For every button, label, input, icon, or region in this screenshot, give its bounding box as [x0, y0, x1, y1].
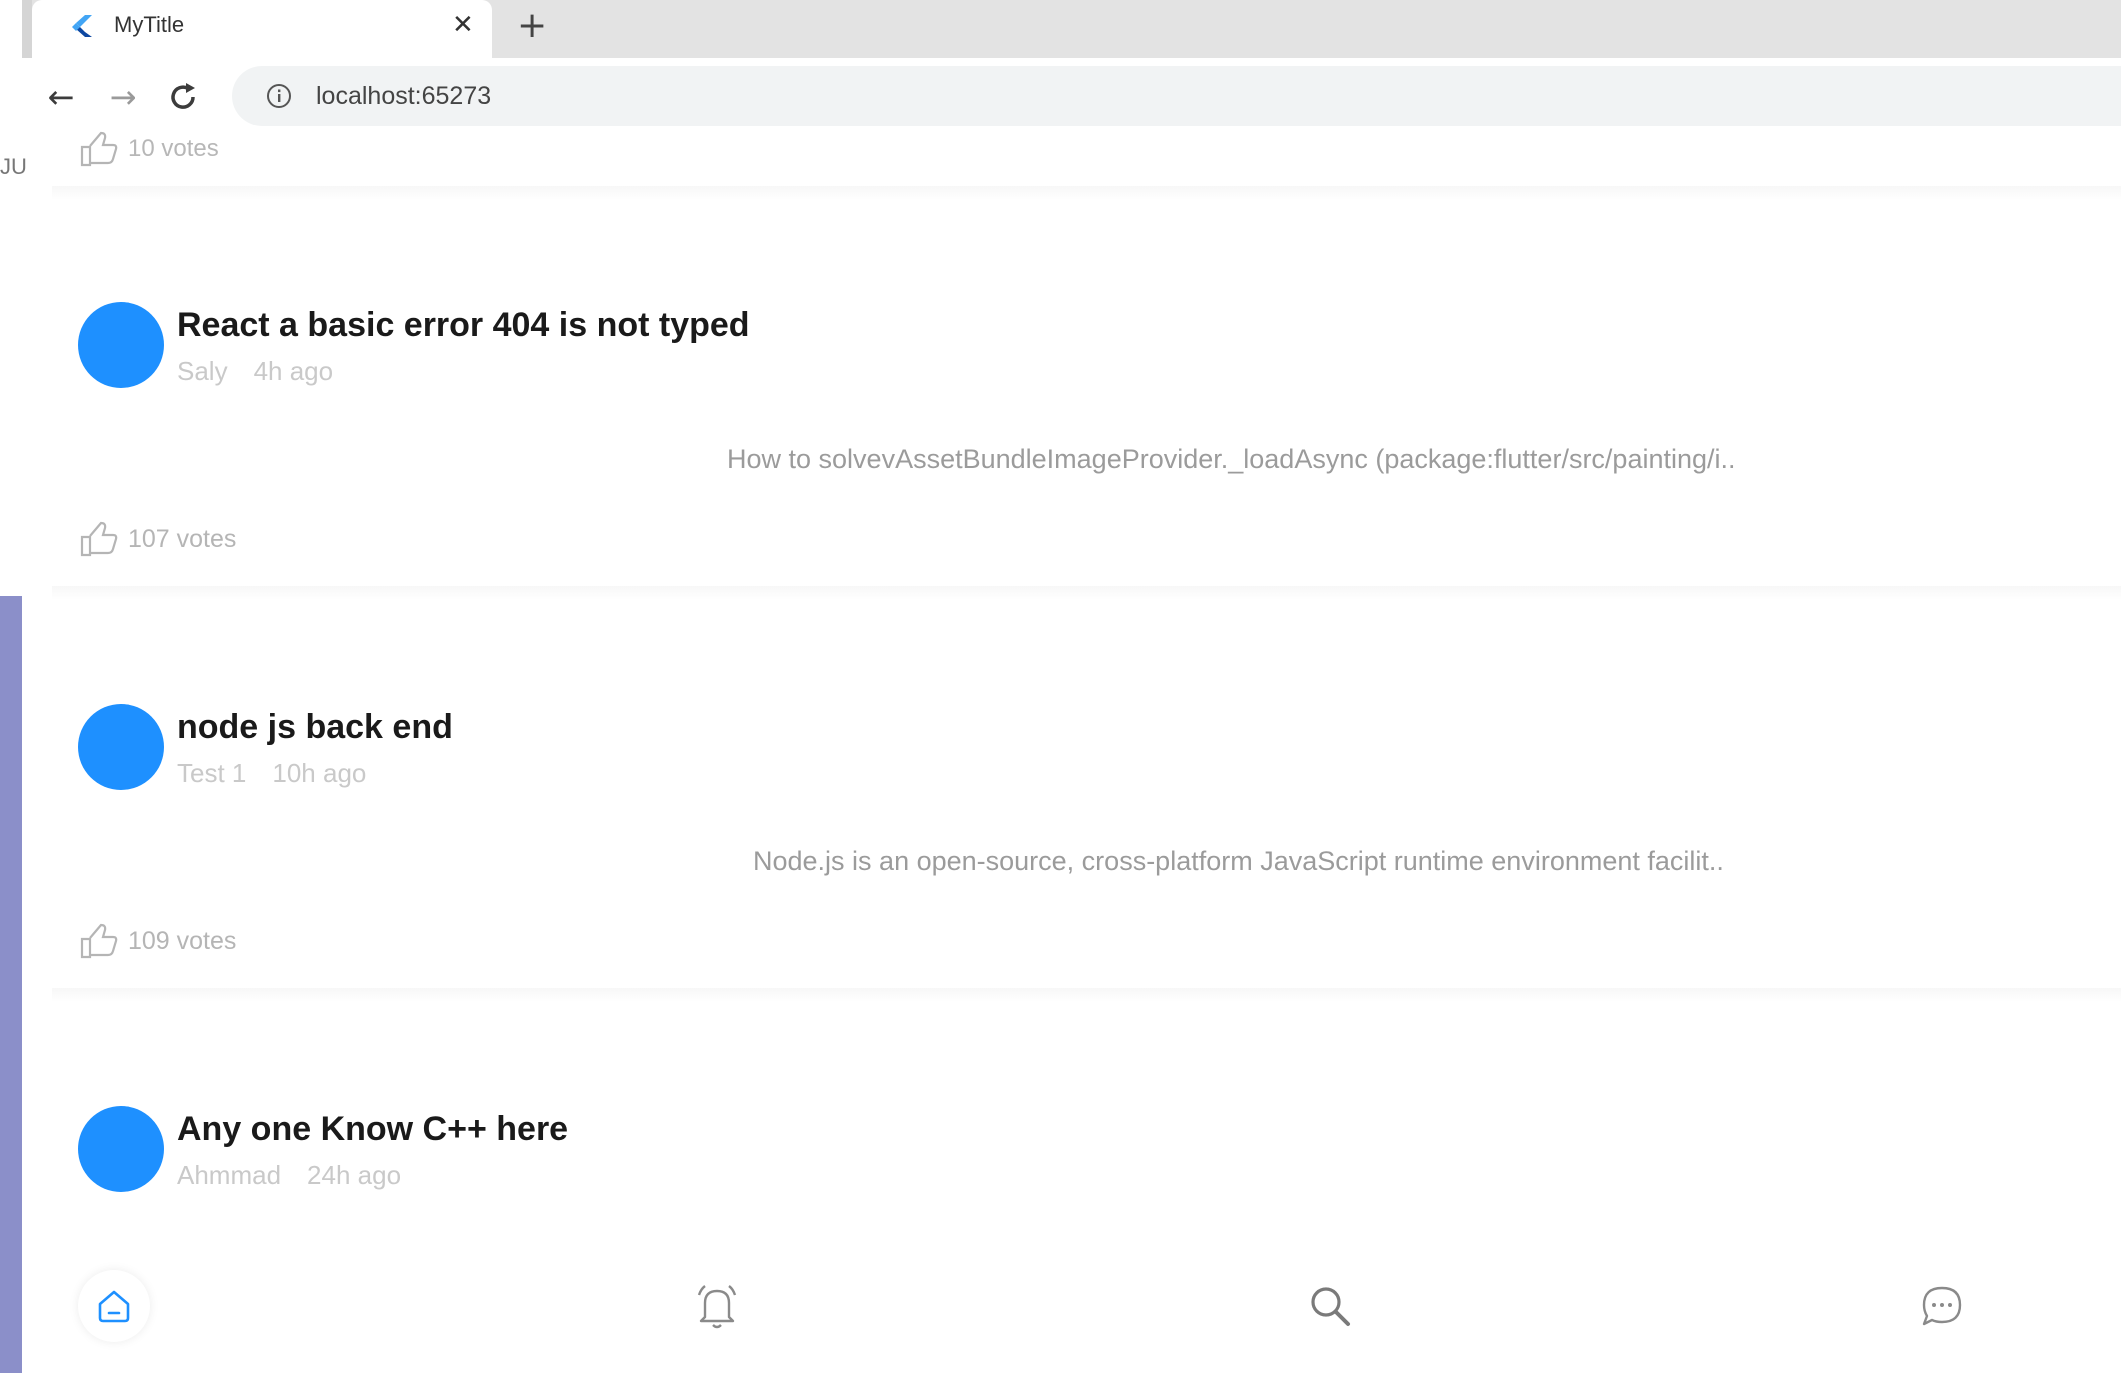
votes-count: 10 votes [128, 135, 219, 162]
post-votes[interactable]: 109 votes [78, 923, 236, 959]
post-divider [52, 186, 2121, 200]
post-body: Node.js is an open-source, cross-platfor… [753, 846, 1724, 876]
nav-chat-button[interactable] [1912, 1276, 1972, 1336]
avatar[interactable] [78, 1106, 164, 1192]
post-meta: Saly 4h ago [177, 356, 359, 387]
url-text: localhost:65273 [316, 82, 492, 110]
browser-toolbar: ← → localhost:65273 [22, 58, 2121, 136]
post-time: 10h ago [272, 758, 367, 788]
avatar[interactable] [78, 704, 164, 790]
post-title[interactable]: React a basic error 404 is not typed [177, 306, 750, 345]
side-window-fragment: JU [0, 136, 27, 596]
post-author: Test 1 [177, 758, 247, 788]
post-card[interactable]: React a basic error 404 is not typed Sal… [22, 222, 2121, 622]
votes-count: 109 votes [128, 926, 237, 955]
post-meta: Ahmmad 24h ago [177, 1160, 427, 1191]
search-icon [1311, 1287, 1350, 1326]
votes-count: 107 votes [128, 524, 237, 553]
post-title[interactable]: node js back end [177, 708, 453, 747]
post-meta: Test 1 10h ago [177, 758, 392, 789]
post-body: How to solvevAssetBundleImageProvider._l… [727, 444, 1736, 474]
post-title[interactable]: Any one Know C++ here [177, 1110, 568, 1149]
browser-tab[interactable]: MyTitle ✕ [32, 0, 492, 58]
notification-bell-icon [697, 1285, 737, 1329]
post-time: 4h ago [253, 356, 334, 386]
bottom-navigation [22, 1240, 2121, 1373]
tab-edge [22, 0, 32, 58]
post-divider [52, 586, 2121, 600]
screen: MyTitle ✕ + ← → localhost:65273 JU 10 vo… [0, 0, 2121, 1373]
avatar[interactable] [78, 302, 164, 388]
post-author: Saly [177, 356, 228, 386]
thumbs-up-icon [80, 131, 118, 167]
post-time: 24h ago [307, 1160, 402, 1190]
tab-title: MyTitle [114, 12, 185, 37]
address-bar[interactable]: localhost:65273 [232, 66, 2121, 126]
forward-arrow-icon: → [109, 78, 137, 116]
side-fragment-text: JU [0, 154, 27, 179]
forward-button[interactable]: → [102, 76, 144, 118]
app-content: JU 10 votes React a basic error 404 is n… [0, 131, 2121, 1373]
nav-home-button[interactable] [78, 1270, 150, 1342]
new-tab-button[interactable]: + [517, 6, 547, 46]
thumbs-up-icon [80, 923, 118, 959]
reload-button[interactable] [162, 76, 204, 118]
nav-notifications-button[interactable] [687, 1276, 747, 1336]
nav-search-button[interactable] [1300, 1276, 1360, 1336]
chat-icon [1922, 1286, 1962, 1326]
post-author: Ahmmad [177, 1160, 282, 1190]
tab-close-button[interactable]: ✕ [452, 10, 474, 40]
post-votes[interactable]: 107 votes [78, 521, 236, 557]
post-card[interactable]: node js back end Test 1 10h ago Node.js i… [22, 624, 2121, 1024]
thumbs-up-icon [80, 521, 118, 557]
back-arrow-icon: ← [47, 78, 75, 116]
home-icon [98, 1290, 130, 1323]
browser-tabstrip: MyTitle ✕ + [22, 0, 2121, 58]
back-button[interactable]: ← [40, 76, 82, 118]
flutter-favicon-icon [72, 15, 92, 37]
info-icon [267, 84, 291, 108]
post-votes[interactable]: 10 votes [78, 131, 219, 167]
outer-frame-left [0, 595, 22, 1373]
reload-icon [171, 83, 195, 109]
post-divider [52, 988, 2121, 1002]
